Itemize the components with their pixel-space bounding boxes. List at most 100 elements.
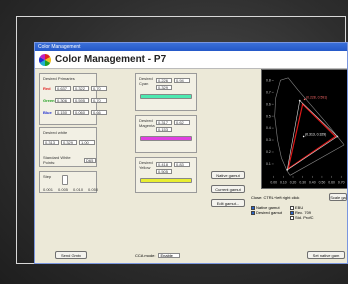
white-y-input[interactable]: 0.329: [61, 140, 77, 145]
white-point-row: Standard White Points: D65: [43, 155, 96, 165]
magenta-y-input[interactable]: 0.153: [156, 127, 172, 132]
primary-row-red: Red 0.637 0.322 0.70: [43, 86, 107, 91]
annotation-label: (0.228, 0.591): [306, 95, 327, 99]
x-tick-label: 0.40: [309, 181, 316, 185]
white-label: Desired white: [43, 130, 68, 135]
green-label: Green: [43, 98, 55, 103]
cyan-y-input[interactable]: 0.329: [156, 85, 172, 90]
white-gain-input[interactable]: 1.00: [79, 140, 95, 145]
cyan-values: 0.226 0.94: [156, 78, 190, 83]
native-gamut-vertex: [286, 169, 289, 171]
app-header: Color Management - P7: [35, 51, 347, 69]
cca-mode-select[interactable]: Enable: [158, 253, 181, 258]
x-tick-label: 0.00: [270, 181, 277, 185]
y-tick-label: 0.7: [266, 90, 271, 94]
scale-tab-button[interactable]: Scale ga: [329, 193, 347, 201]
cyan-y-row: 0.329: [156, 85, 172, 90]
yellow-gain-input[interactable]: 0.83: [174, 162, 190, 167]
blue-label: Blue: [43, 110, 52, 115]
magenta-x-input[interactable]: 0.317: [156, 120, 172, 125]
chromaticity-chart[interactable]: 0.00 0.10 0.20 0.30 0.40 0.50 0.60 0.70 0.1 0.2 0.…: [261, 69, 348, 189]
set-native-gamut-button[interactable]: Set native gam: [307, 251, 345, 259]
y-tick-label: 0.8: [266, 78, 271, 82]
x-tick-label: 0.50: [319, 181, 326, 185]
cca-mode-row: CCA mode: Enable: [135, 253, 181, 258]
desired-gamut-label: Desired gamut: [256, 210, 283, 215]
native-gamut-vertex: [336, 135, 339, 138]
desired-gamut-option[interactable]: Desired gamut: [251, 210, 282, 215]
step-v1: 0.005: [58, 187, 69, 192]
green-gain-input[interactable]: 0.70: [91, 98, 107, 103]
y-tick-label: 0.2: [266, 150, 271, 154]
yellow-y-input[interactable]: 0.505: [156, 169, 172, 174]
desired-gamut-checkbox[interactable]: [251, 210, 255, 215]
app-window: Color Management Color Management - P7 D…: [34, 42, 348, 264]
y-tick-label: 0.1: [266, 162, 271, 166]
yellow-slider[interactable]: [140, 178, 192, 183]
x-tick-label: 0.70: [338, 181, 345, 185]
magenta-label: Desired Magenta: [139, 118, 155, 128]
yellow-values: 0.418 0.83: [156, 162, 190, 167]
cyan-x-input[interactable]: 0.226: [156, 78, 172, 83]
y-tick-label: 0.3: [266, 138, 271, 142]
yellow-y-row: 0.505: [156, 169, 172, 174]
magenta-values: 0.317 0.62: [156, 120, 190, 125]
y-tick-label: 0.4: [266, 126, 271, 130]
cyan-label: Desired Cyan: [139, 76, 153, 86]
send-gmtx-button[interactable]: Send Gmtx: [55, 251, 87, 259]
x-tick-label: 0.60: [328, 181, 335, 185]
primaries-panel: Desired Primaries Red 0.637 0.322 0.70 G…: [39, 73, 107, 125]
current-gamut-button[interactable]: Current gamut: [211, 185, 245, 193]
yellow-label: Desired Yellow: [139, 160, 153, 170]
white-point-label: Standard White Points:: [43, 155, 71, 165]
x-tick-label: 0.30: [299, 181, 306, 185]
step-scale: 0.001 0.005 0.010 0.050: [43, 187, 98, 192]
white-row: 0.313 0.329 1.00: [43, 140, 95, 145]
magenta-gain-input[interactable]: 0.62: [174, 120, 190, 125]
cca-mode-label: CCA mode:: [135, 253, 156, 258]
magenta-slider[interactable]: [140, 136, 192, 141]
red-label: Red: [43, 86, 51, 91]
cyan-slider[interactable]: [140, 94, 192, 99]
x-tick-label: 0.10: [280, 181, 287, 185]
cyan-gain-input[interactable]: 0.94: [174, 78, 190, 83]
step-max: 0.050: [88, 187, 99, 192]
options-area: Close: CTRL+left right click Scale ga Na…: [251, 193, 347, 220]
red-y-input[interactable]: 0.322: [73, 86, 89, 91]
hint-text: Close: CTRL+left right click: [251, 194, 300, 200]
primary-row-green: Green 0.306 0.595 0.70: [43, 98, 107, 103]
step-slider[interactable]: [62, 175, 68, 185]
app-title: Color Management - P7: [55, 54, 167, 65]
yellow-x-input[interactable]: 0.418: [156, 162, 172, 167]
native-gamut-button[interactable]: Native gamut: [211, 171, 245, 179]
red-x-input[interactable]: 0.637: [55, 86, 71, 91]
window-titlebar[interactable]: Color Management: [35, 43, 347, 51]
white-point-select[interactable]: D65: [84, 157, 96, 163]
color-wheel-icon: [39, 53, 51, 66]
white-x-input[interactable]: 0.313: [43, 140, 59, 145]
magenta-y-row: 0.153: [156, 127, 172, 132]
green-y-input[interactable]: 0.595: [73, 98, 89, 103]
x-tick-label: 0.20: [290, 181, 297, 185]
edit-gamut-button[interactable]: Edit gamut...: [211, 199, 245, 207]
primaries-label: Desired Primaries: [43, 76, 75, 81]
white-panel: Desired white 0.313 0.329 1.00 Standard …: [39, 127, 97, 167]
yellow-panel: Desired Yellow 0.418 0.83 0.505: [135, 157, 197, 193]
step-label: Step: [43, 174, 52, 179]
cyan-panel: Desired Cyan 0.226 0.94 0.329: [135, 73, 197, 111]
green-x-input[interactable]: 0.306: [55, 98, 71, 103]
blue-gain-input[interactable]: 0.66: [91, 110, 107, 115]
y-tick-label: 0.6: [266, 102, 271, 106]
step-panel: Step 0.001 0.005 0.010 0.050: [39, 171, 98, 193]
step-v2: 0.010: [73, 187, 84, 192]
red-gain-input[interactable]: 0.70: [91, 86, 107, 91]
smpte-option[interactable]: Std. ProfC: [290, 215, 313, 220]
y-tick-label: 0.5: [266, 114, 271, 118]
annotation-label: (0.313, 0.329): [305, 132, 326, 136]
magenta-panel: Desired Magenta 0.317 0.62 0.153: [135, 115, 197, 153]
blue-y-input[interactable]: 0.060: [73, 110, 89, 115]
smpte-checkbox[interactable]: [290, 215, 295, 220]
blue-x-input[interactable]: 0.150: [55, 110, 71, 115]
spectral-locus: [274, 77, 345, 176]
primary-row-blue: Blue 0.150 0.060 0.66: [43, 110, 107, 115]
